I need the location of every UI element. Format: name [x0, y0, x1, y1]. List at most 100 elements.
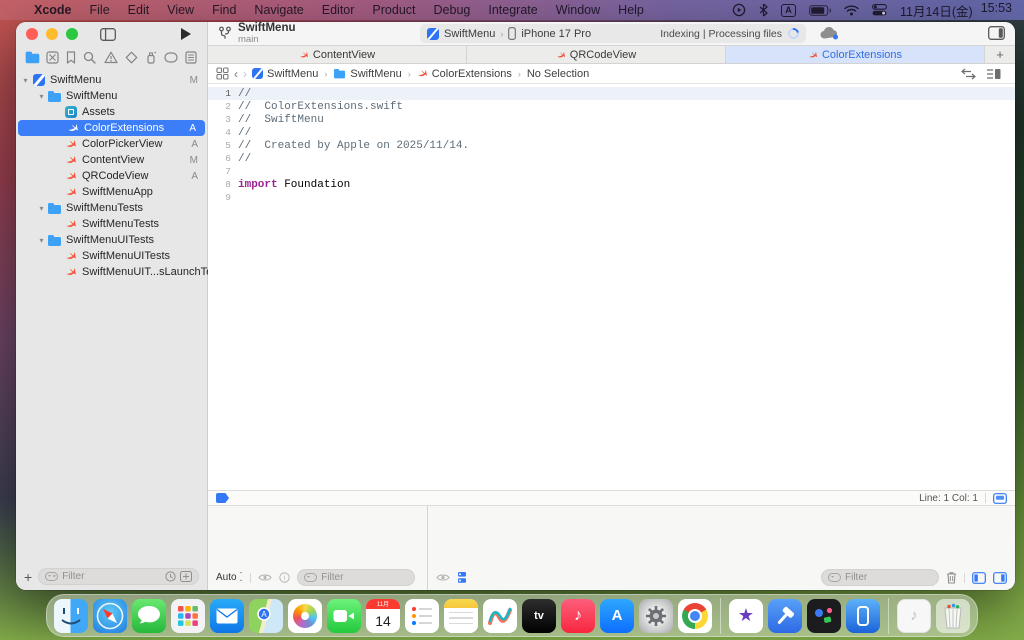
tree-row-project[interactable]: ▾SwiftMenuM [16, 72, 207, 88]
related-items-icon[interactable] [216, 67, 229, 80]
menu-edit[interactable]: Edit [128, 3, 150, 17]
code-line[interactable]: 2// ColorExtensions.swift [208, 100, 1015, 113]
dock-notes[interactable] [444, 599, 478, 633]
dock-simulator[interactable] [846, 599, 880, 633]
menu-time[interactable]: 15:53 [981, 1, 1012, 20]
menu-window[interactable]: Window [556, 3, 600, 17]
scheme-name[interactable]: SwiftMenu [444, 28, 495, 40]
toggle-sidebar-icon[interactable] [100, 28, 116, 41]
menu-view[interactable]: View [167, 3, 194, 17]
tests-navigator-icon[interactable] [125, 51, 138, 64]
tab-colorextensions[interactable]: ColorExtensions [726, 46, 985, 63]
project-status[interactable]: SwiftMenu main [218, 22, 296, 44]
dock-games[interactable] [807, 599, 841, 633]
trash-icon[interactable] [946, 571, 957, 584]
zoom-window-button[interactable] [66, 28, 78, 40]
tree-row-contentview[interactable]: ContentViewM [16, 152, 207, 168]
dock-photos[interactable] [288, 599, 322, 633]
back-button[interactable]: ‹ [234, 67, 238, 81]
dock-mail[interactable] [210, 599, 244, 633]
tree-row-colorextensions[interactable]: ColorExtensionsA [18, 120, 205, 136]
tree-row-uitests-group[interactable]: ▾SwiftMenuUITests [16, 232, 207, 248]
dock-xcode[interactable] [768, 599, 802, 633]
toggle-inspector-icon[interactable] [988, 26, 1005, 40]
dock-finder[interactable] [54, 599, 88, 633]
dock-calendar[interactable]: 11月14 [366, 599, 400, 633]
menu-product[interactable]: Product [372, 3, 415, 17]
code-line[interactable]: 4// [208, 126, 1015, 139]
reports-navigator-icon[interactable] [185, 51, 197, 64]
eye-icon[interactable] [436, 573, 450, 582]
console-filter-field[interactable]: Filter [821, 569, 939, 586]
tree-row-assets[interactable]: Assets [16, 104, 207, 120]
control-center-icon[interactable] [872, 4, 887, 16]
find-navigator-icon[interactable] [83, 51, 96, 64]
menu-date[interactable]: 11月14日(金) [900, 1, 973, 20]
close-window-button[interactable] [26, 28, 38, 40]
code-line[interactable]: 7 [208, 165, 1015, 178]
code-line[interactable]: 9 [208, 191, 1015, 204]
dock-facetime[interactable] [327, 599, 361, 633]
crumb-file[interactable]: ColorExtensions [417, 68, 512, 80]
eye-icon[interactable] [258, 573, 272, 582]
adjust-editor-options-icon[interactable] [986, 68, 1001, 80]
now-playing-icon[interactable] [732, 3, 746, 17]
scope-dropdown[interactable]: Auto⌃⌄ [216, 572, 243, 583]
code-line[interactable]: 5// Created by Apple on 2025/11/14. [208, 139, 1015, 152]
tree-row-launchtests-file[interactable]: SwiftMenuUIT...sLaunchTests [16, 264, 207, 280]
scheme-selector[interactable]: SwiftMenu › iPhone 17 Pro Indexing | Pro… [420, 24, 806, 43]
tree-row-group[interactable]: ▾SwiftMenu [16, 88, 207, 104]
dock-imovie[interactable]: ★ [729, 599, 763, 633]
run-destination[interactable]: iPhone 17 Pro [521, 28, 591, 40]
menu-app[interactable]: Xcode [34, 3, 72, 17]
variables-view[interactable]: Auto⌃⌄ i Filter [208, 506, 428, 590]
menu-file[interactable]: File [90, 3, 110, 17]
variables-filter-field[interactable]: Filter [297, 569, 415, 586]
run-button[interactable] [181, 28, 191, 40]
tab-contentview[interactable]: ContentView [208, 46, 467, 63]
add-tab-button[interactable]: + [985, 46, 1015, 63]
dock-music-file[interactable]: ♪ [897, 599, 931, 633]
debug-navigator-icon[interactable] [145, 51, 157, 64]
dock-freeform[interactable] [483, 599, 517, 633]
tree-row-tests-file[interactable]: SwiftMenuTests [16, 216, 207, 232]
input-source-icon[interactable]: A [781, 4, 796, 17]
toggle-variables-icon[interactable] [972, 572, 986, 584]
activity-viewer[interactable]: Indexing | Processing files [660, 28, 799, 40]
navigator-filter-field[interactable]: Filter [38, 568, 199, 585]
dock-safari[interactable] [93, 599, 127, 633]
menu-find[interactable]: Find [212, 3, 236, 17]
menu-help[interactable]: Help [618, 3, 644, 17]
source-control-status-icon[interactable] [180, 571, 192, 582]
dock-music[interactable]: ♪ [561, 599, 595, 633]
code-line[interactable]: 8import Foundation [208, 178, 1015, 191]
info-icon[interactable]: i [279, 572, 290, 583]
battery-icon[interactable] [809, 5, 831, 16]
menu-editor[interactable]: Editor [322, 3, 355, 17]
tab-qrcodeview[interactable]: QRCodeView [467, 46, 726, 63]
dock-system-settings[interactable] [639, 599, 673, 633]
crumb-project[interactable]: SwiftMenu [252, 68, 318, 80]
console-mode-icon[interactable] [457, 571, 467, 584]
crumb-selection[interactable]: No Selection [527, 68, 589, 80]
code-line[interactable]: 6// [208, 152, 1015, 165]
forward-button[interactable]: › [243, 67, 247, 81]
breakpoints-navigator-icon[interactable] [164, 52, 178, 63]
cloud-status-icon[interactable] [820, 27, 839, 40]
code-line[interactable]: 1// [208, 87, 1015, 100]
source-control-navigator-icon[interactable] [46, 51, 59, 64]
code-review-icon[interactable] [961, 68, 976, 80]
dock-launchpad[interactable] [171, 599, 205, 633]
issues-navigator-icon[interactable] [104, 51, 118, 64]
wifi-icon[interactable] [844, 5, 859, 16]
minimize-window-button[interactable] [46, 28, 58, 40]
dock-maps[interactable]: A [249, 599, 283, 633]
crumb-group[interactable]: SwiftMenu [333, 68, 401, 80]
toggle-console-icon[interactable] [993, 572, 1007, 584]
breakpoints-toggle-button[interactable] [216, 493, 229, 503]
tree-row-uitests-file[interactable]: SwiftMenuUITests [16, 248, 207, 264]
bookmarks-navigator-icon[interactable] [66, 51, 76, 64]
editor-mode-icon[interactable] [993, 493, 1007, 504]
dock-trash[interactable] [936, 599, 970, 633]
tree-row-qrcodeview[interactable]: QRCodeViewA [16, 168, 207, 184]
